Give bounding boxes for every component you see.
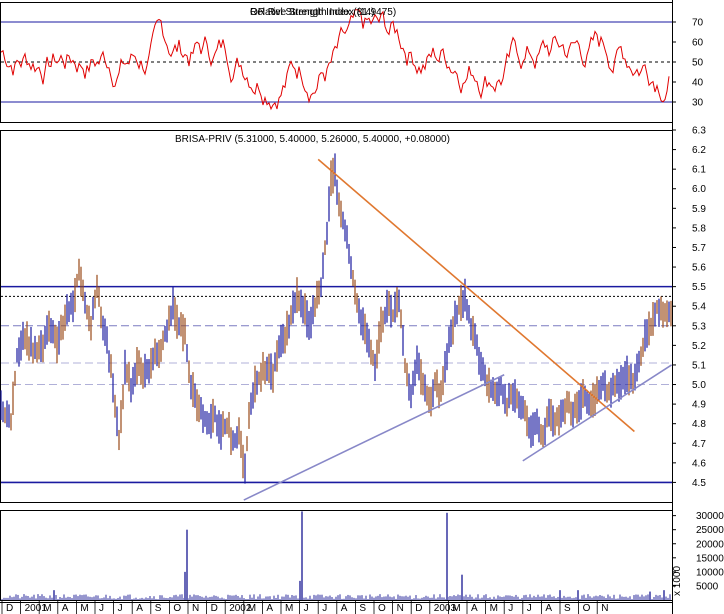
volume-tick-label: 20000 bbox=[696, 539, 724, 550]
rsi-tick-labels: 30 40 50 60 70 bbox=[672, 18, 704, 109]
rsi-panel: 3040506070 Relative Strength Index (14) … bbox=[0, 7, 704, 111]
rsi-tick-label: 70 bbox=[692, 18, 704, 29]
price-tick-label: 5.4 bbox=[692, 302, 706, 313]
price-tick-label: 5.9 bbox=[692, 204, 706, 215]
x-tick-label: S bbox=[564, 603, 571, 614]
price-tick-label: 4.5 bbox=[692, 478, 706, 489]
x-tick-label: A bbox=[136, 603, 143, 614]
panel-frame bbox=[0, 510, 673, 601]
chart-stage: 30 40 50 60 70 Relative Strength Index (14) … bbox=[0, 0, 724, 614]
price-tick-label: 5.0 bbox=[692, 380, 706, 391]
price-tick-label: 4.7 bbox=[692, 439, 706, 450]
price-panel: 4.5 4.6 4.7 4.8 4.9 5.0 5.1 5.2 5.3 5.4 5.5 5.6 5.7 5… bbox=[0, 126, 706, 501]
x-tick-label: M bbox=[80, 603, 88, 614]
price-tick-label: 5.1 bbox=[692, 360, 706, 371]
trendline bbox=[317, 158, 635, 433]
x-tick-label: N bbox=[397, 603, 404, 614]
price-trendlines bbox=[243, 158, 673, 501]
volume-bars bbox=[1, 511, 671, 600]
rsi-series-line bbox=[0, 9, 670, 111]
price-tick-label: 5.3 bbox=[692, 321, 706, 332]
volume-tick-label: 10000 bbox=[696, 567, 724, 578]
stock-chart: 3040506070 Relative Strength Index (14) … bbox=[0, 0, 724, 614]
price-tick-label: 4.9 bbox=[692, 400, 706, 411]
rsi-tick-label: 30 bbox=[692, 98, 704, 109]
price-tick-label: 5.7 bbox=[692, 243, 706, 254]
rsi-tick-label: 40 bbox=[692, 78, 704, 89]
x-tick-label: S bbox=[155, 603, 162, 614]
trendline bbox=[243, 374, 505, 501]
x-tick-label: J bbox=[99, 603, 104, 614]
x-axis: D 2001M A M J J A S O N D 2002M A M J J A S O N D 2003M A M J J A S… bbox=[0, 600, 672, 614]
volume-tick-label: 5000 bbox=[696, 581, 719, 592]
x-tick-label: D bbox=[211, 603, 218, 614]
x-tick-label: J bbox=[322, 603, 327, 614]
rsi-tick-label: 60 bbox=[692, 38, 704, 49]
x-tick-label: M bbox=[452, 603, 460, 614]
volume-tick-label: 25000 bbox=[696, 525, 724, 536]
price-tick-label: 6.2 bbox=[692, 145, 706, 156]
x-tick-label: O bbox=[378, 603, 386, 614]
price-tick-label: 6.3 bbox=[692, 126, 706, 137]
x-tick-label: A bbox=[62, 603, 69, 614]
x-tick-label: J bbox=[304, 603, 309, 614]
volume-tick-label: 15000 bbox=[696, 553, 724, 564]
x-tick-label: D bbox=[6, 603, 13, 614]
price-horizontal-lines bbox=[1, 285, 672, 484]
x-tick-label: M bbox=[285, 603, 293, 614]
price-tick-label: 5.6 bbox=[692, 263, 706, 274]
rsi-tick-label: 50 bbox=[692, 58, 704, 69]
x-tick-label: A bbox=[545, 603, 552, 614]
rsi-title-overlay: OR Rel Strength Index (81.9475) bbox=[250, 7, 396, 18]
price-tick-label: 4.6 bbox=[692, 458, 706, 469]
price-tick-label: 5.8 bbox=[692, 223, 706, 234]
volume-panel: 5000 10000 15000 20000 25000 30000 x 1000 bbox=[1, 511, 724, 600]
x-tick-label: J bbox=[508, 603, 513, 614]
x-tick-label: A bbox=[341, 603, 348, 614]
x-tick-label: S bbox=[359, 603, 366, 614]
price-ohlc-bars bbox=[0, 153, 672, 484]
x-tick-label: D bbox=[415, 603, 422, 614]
x-tick-label: M bbox=[248, 603, 256, 614]
price-tick-label: 6.0 bbox=[692, 184, 706, 195]
x-tick-label: N bbox=[192, 603, 199, 614]
rsi-guide-lines bbox=[1, 21, 672, 103]
x-tick-label: A bbox=[471, 603, 478, 614]
x-tick-label: A bbox=[266, 603, 273, 614]
x-tick-label: J bbox=[527, 603, 532, 614]
x-tick-label: J bbox=[118, 603, 123, 614]
x-tick-label: N bbox=[601, 603, 608, 614]
volume-axis-label: x 1000 bbox=[672, 566, 683, 596]
price-tick-label: 4.8 bbox=[692, 419, 706, 430]
price-title: BRISA-PRIV (5.31000, 5.40000, 5.26000, 5… bbox=[175, 134, 450, 145]
price-tick-label: 6.1 bbox=[692, 165, 706, 176]
x-tick-label: M bbox=[43, 603, 51, 614]
volume-tick-label: 30000 bbox=[696, 511, 724, 522]
price-tick-label: 5.2 bbox=[692, 341, 706, 352]
x-tick-label: O bbox=[173, 603, 181, 614]
x-tick-label: M bbox=[490, 603, 498, 614]
x-tick-label: O bbox=[583, 603, 591, 614]
price-tick-label: 5.5 bbox=[692, 282, 706, 293]
price-tick-labels: 4.5 4.6 4.7 4.8 4.9 5.0 5.1 5.2 5.3 5.4 5.5 5.6 5.7 5… bbox=[672, 126, 706, 489]
